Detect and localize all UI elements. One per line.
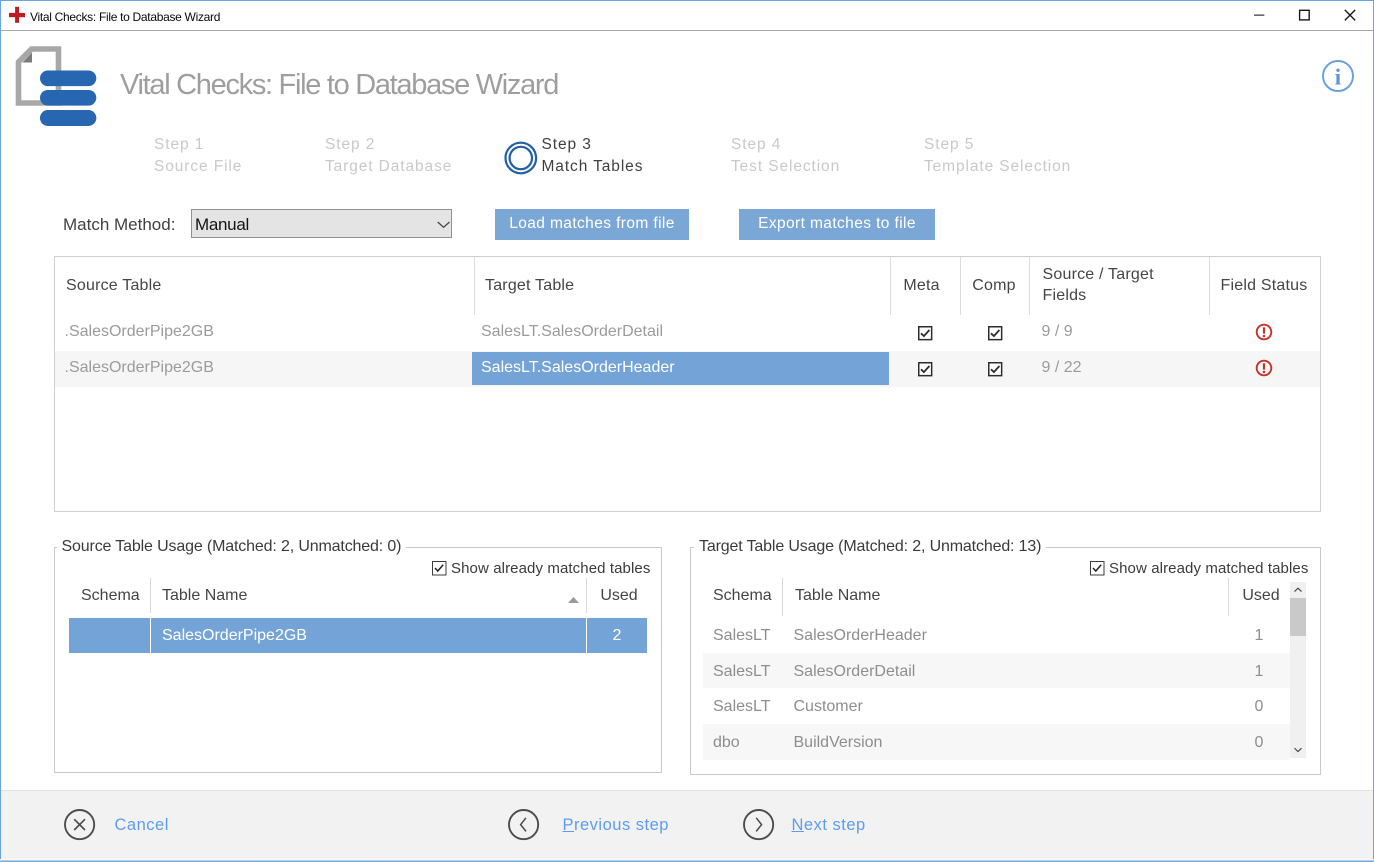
- svg-text:i: i: [1335, 65, 1342, 90]
